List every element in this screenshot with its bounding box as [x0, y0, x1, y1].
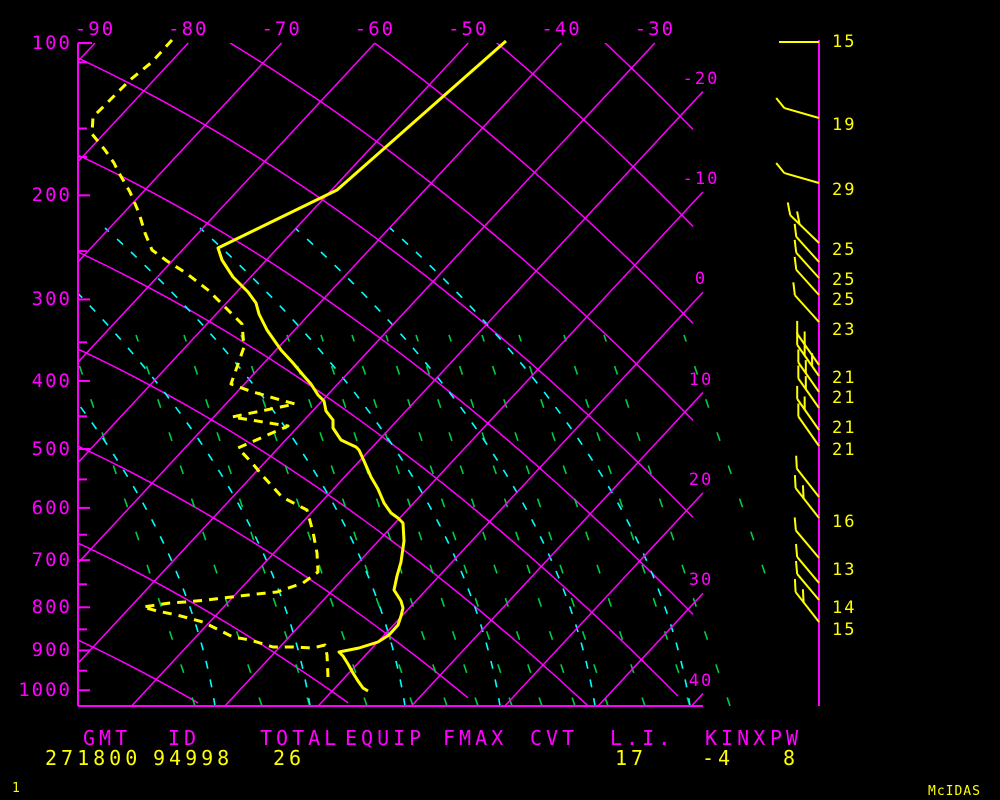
frame-number: 1 — [12, 782, 21, 795]
stat-value-li: 17 — [615, 748, 647, 768]
stat-header-fmax: FMAX — [443, 728, 507, 748]
stat-header-pw: PW — [770, 728, 802, 748]
pressure-label-400: 400 — [32, 372, 72, 391]
pressure-label-500: 500 — [32, 440, 72, 459]
top-temp-label--60: -60 — [355, 20, 395, 39]
grid-lines — [0, 24, 810, 706]
stat-header-total: TOTAL — [260, 728, 340, 748]
pressure-label-100: 100 — [32, 34, 72, 53]
brand-label: McIDAS — [928, 785, 981, 798]
pressure-label-700: 700 — [32, 551, 72, 570]
right-temp-label-40: 40 — [689, 673, 713, 690]
pressure-label-300: 300 — [32, 290, 72, 309]
pressure-label-600: 600 — [32, 499, 72, 518]
right-temp-label-10: 10 — [689, 372, 713, 389]
wind-speed-label: 16 — [832, 514, 856, 531]
wind-speed-label: 25 — [832, 292, 856, 309]
wind-speed-label: 15 — [832, 622, 856, 639]
stat-value-kinx: -4 — [702, 748, 734, 768]
stat-value-gmt: 271800 — [45, 748, 141, 768]
pressure-label-200: 200 — [32, 186, 72, 205]
pressure-label-900: 900 — [32, 641, 72, 660]
wind-speed-label: 21 — [832, 390, 856, 407]
wind-speed-label: 21 — [832, 420, 856, 437]
wind-speed-label: 15 — [832, 34, 856, 51]
pressure-label-800: 800 — [32, 598, 72, 617]
sounding-profiles — [92, 40, 506, 691]
dewpoint-trace — [92, 40, 328, 677]
wind-speed-label: 21 — [832, 370, 856, 387]
stat-value-id: 94998 — [153, 748, 233, 768]
wind-speed-label: 25 — [832, 272, 856, 289]
right-temp-label-20: 20 — [689, 472, 713, 489]
wind-speed-label: 21 — [832, 442, 856, 459]
pressure-label-1000: 1000 — [18, 681, 72, 700]
wind-barbs — [776, 42, 819, 622]
wind-speed-label: 25 — [832, 242, 856, 259]
top-temp-label--40: -40 — [541, 20, 581, 39]
skewt-sounding-window: GMT ID TOTAL EQUIP FMAX CVT L.I. KINX PW… — [0, 0, 1000, 800]
stat-header-cvt: CVT — [530, 728, 578, 748]
wind-speed-label: 13 — [832, 562, 856, 579]
wind-speed-label: 29 — [832, 182, 856, 199]
top-temp-label--70: -70 — [261, 20, 301, 39]
wind-speed-label: 19 — [832, 117, 856, 134]
right-temp-label--20: -20 — [683, 71, 720, 88]
right-temp-label--10: -10 — [683, 171, 720, 188]
top-temp-label--30: -30 — [635, 20, 675, 39]
stat-header-gmt: GMT — [83, 728, 131, 748]
stat-header-id: ID — [168, 728, 200, 748]
stat-header-kinx: KINX — [705, 728, 769, 748]
stat-header-li: L.I. — [610, 728, 674, 748]
top-temp-label--90: -90 — [75, 20, 115, 39]
right-temp-label-0: 0 — [695, 271, 707, 288]
wind-speed-label: 23 — [832, 322, 856, 339]
stat-value-pw: 8 — [783, 748, 799, 768]
top-temp-label--50: -50 — [448, 20, 488, 39]
top-temp-label--80: -80 — [168, 20, 208, 39]
stat-header-equip: EQUIP — [345, 728, 425, 748]
right-temp-label-30: 30 — [689, 572, 713, 589]
wind-speed-label: 14 — [832, 600, 856, 617]
stat-value-total: 26 — [273, 748, 305, 768]
